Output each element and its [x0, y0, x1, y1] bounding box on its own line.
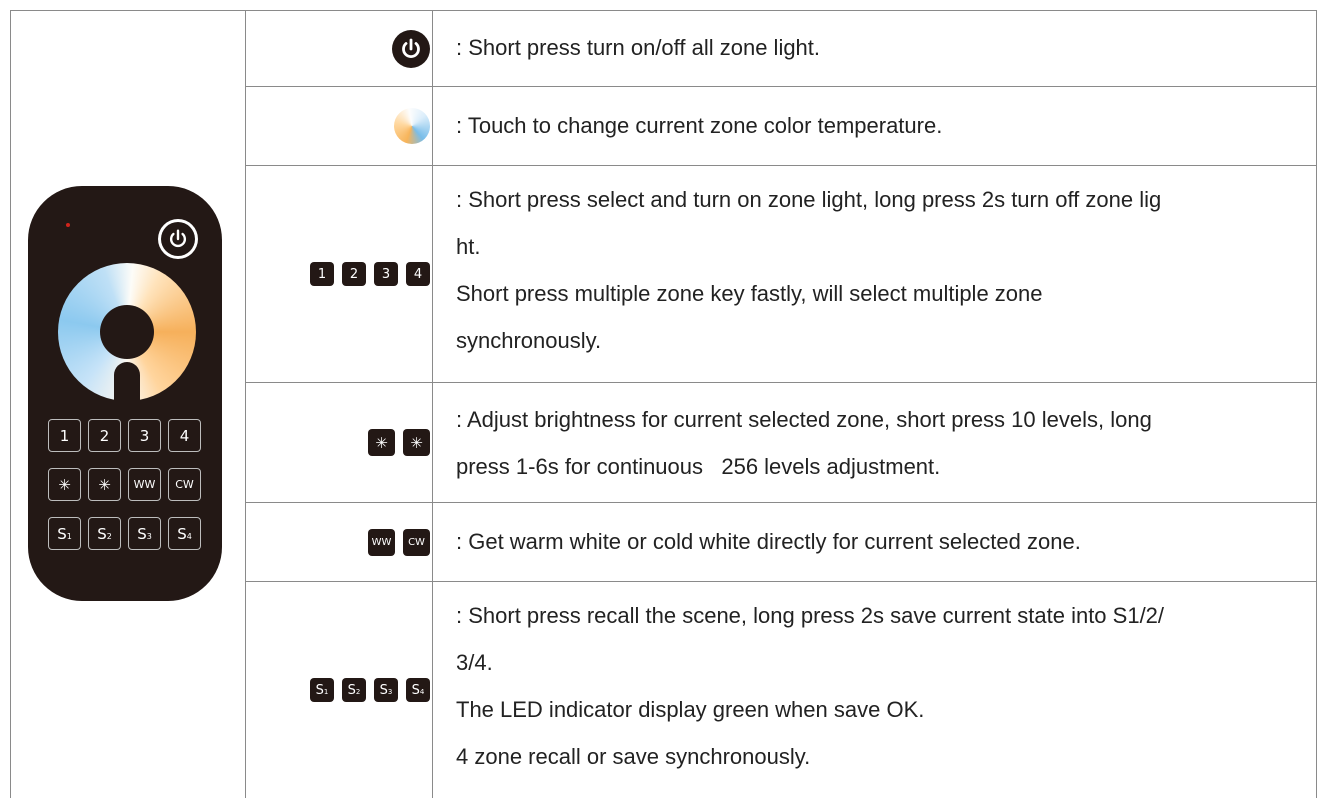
description-line: The LED indicator display green when sav… [456, 697, 925, 722]
description-line: : Short press select and turn on zone li… [456, 187, 1162, 212]
table-top-border [10, 10, 1317, 11]
description-line: synchronously. [456, 328, 602, 353]
description-line: : Short press recall the scene, long pre… [456, 603, 1165, 628]
remote-zone-keys: 1 2 3 4 [48, 419, 201, 452]
row-white-description: : Get warm white or cold white directly … [456, 518, 1316, 565]
remote-control: 1 2 3 4 ✳ ✳ WW CW S1 S2 S3 S4 [28, 186, 222, 601]
row-zone-description: : Short press select and turn on zone li… [456, 176, 1316, 364]
description-line: : Touch to change current zone color tem… [456, 113, 943, 138]
remote-scene-key: S3 [128, 517, 161, 550]
description-line: 4 zone recall or save synchronously. [456, 744, 811, 769]
table-col-divider-2 [432, 10, 433, 798]
brightness-down-icon: ✳ [48, 468, 81, 501]
row-power-description: : Short press turn on/off all zone light… [456, 24, 1316, 71]
scene-key-s2: S2 [342, 678, 366, 702]
description-line: ht. [456, 234, 481, 259]
zone-key-3: 3 [374, 262, 398, 286]
description-line: press 1-6s for continuous 256 levels adj… [456, 454, 941, 479]
remote-scene-keys: S1 S2 S3 S4 [48, 517, 201, 550]
remote-zone-key: 4 [168, 419, 201, 452]
scene-key-s4: S4 [406, 678, 430, 702]
row-brightness-description: : Adjust brightness for current selected… [456, 396, 1316, 490]
row-white-icon-cell: WW CW [247, 503, 430, 581]
remote-zone-key: 1 [48, 419, 81, 452]
description-line: 3/4. [456, 650, 493, 675]
row-cct-icon-cell [247, 87, 430, 165]
cw-key: CW [403, 528, 430, 556]
scene-key-s3: S3 [374, 678, 398, 702]
power-icon [169, 229, 187, 248]
remote-zone-key: 3 [128, 419, 161, 452]
remote-scene-key: S4 [168, 517, 201, 550]
scene-key-s1: S1 [310, 678, 334, 702]
row-cct-description: : Touch to change current zone color tem… [456, 102, 1316, 149]
color-temperature-wheel-icon [394, 108, 430, 144]
description-line: : Adjust brightness for current selected… [456, 407, 1152, 432]
led-indicator [66, 223, 70, 227]
wheel-notch [114, 362, 140, 402]
brightness-up-icon: ✳ [88, 468, 121, 501]
zone-key-1: 1 [310, 262, 334, 286]
table-col-divider-1 [245, 10, 246, 798]
description-line: Short press multiple zone key fastly, wi… [456, 281, 1043, 306]
zone-key-4: 4 [406, 262, 430, 286]
ww-key: WW [368, 528, 395, 556]
brightness-up-icon: ✳ [403, 429, 430, 456]
remote-cw-key: CW [168, 468, 201, 501]
wheel-center [100, 305, 154, 359]
table-right-border [1316, 10, 1317, 798]
power-icon [392, 29, 430, 68]
description-line: : Get warm white or cold white directly … [456, 529, 1081, 554]
row-brightness-icon-cell: ✳ ✳ [247, 383, 430, 502]
row-zone-icon-cell: 1 2 3 4 [247, 166, 430, 382]
zone-key-2: 2 [342, 262, 366, 286]
remote-scene-key: S1 [48, 517, 81, 550]
description-line: : Short press turn on/off all zone light… [456, 35, 821, 60]
row-scene-icon-cell: S1 S2 S3 S4 [247, 582, 430, 798]
row-power-icon-cell [247, 11, 430, 86]
remote-ww-key: WW [128, 468, 161, 501]
remote-function-keys: ✳ ✳ WW CW [48, 468, 201, 501]
row-scene-description: : Short press recall the scene, long pre… [456, 592, 1316, 780]
remote-power-button [158, 219, 198, 259]
table-left-border [10, 10, 11, 798]
brightness-down-icon: ✳ [368, 429, 395, 456]
remote-scene-key: S2 [88, 517, 121, 550]
remote-zone-key: 2 [88, 419, 121, 452]
